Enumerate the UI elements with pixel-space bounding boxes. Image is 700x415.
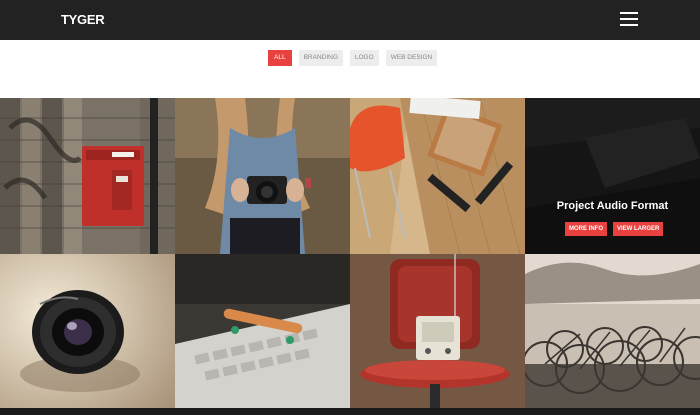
portfolio-item-lens[interactable]: [0, 254, 175, 408]
portfolio-item-radio[interactable]: [350, 254, 525, 408]
bicycles-image: [525, 254, 700, 408]
portfolio-filter-bar: ALL BRANDING LOGO WEB DESIGN: [0, 40, 700, 98]
filter-web-design-button[interactable]: WEB DESIGN: [385, 50, 438, 66]
filter-logo-button[interactable]: LOGO: [349, 50, 379, 66]
view-larger-button[interactable]: VIEW LARGER: [613, 222, 664, 236]
hamburger-line: [620, 12, 638, 14]
skateboard-image: [175, 254, 350, 408]
more-info-button[interactable]: MORE INFO: [565, 222, 607, 236]
portfolio-item-bicycles[interactable]: [525, 254, 700, 408]
filter-branding-button[interactable]: BRANDING: [298, 50, 343, 66]
portfolio-item-photographer[interactable]: [175, 98, 350, 254]
filter-all-button[interactable]: ALL: [268, 50, 292, 66]
hamburger-icon[interactable]: [620, 12, 638, 27]
hamburger-line: [620, 18, 638, 20]
lens-image: [0, 254, 175, 408]
portfolio-item-desk[interactable]: [350, 98, 525, 254]
filter-list: ALL BRANDING LOGO WEB DESIGN: [268, 50, 438, 66]
project-actions: MORE INFO VIEW LARGER: [565, 222, 664, 236]
project-title: Project Audio Format: [556, 200, 669, 212]
photographer-image: [175, 98, 350, 254]
desk-image: [350, 98, 525, 254]
portfolio-item-skateboard[interactable]: [175, 254, 350, 408]
top-navbar: TYGER: [0, 0, 700, 40]
radio-image: [350, 254, 525, 408]
portfolio-grid: Project Audio Format MORE INFO VIEW LARG…: [0, 98, 700, 415]
bottom-strip: [0, 408, 700, 415]
brand-logo[interactable]: TYGER: [61, 12, 105, 27]
hamburger-line: [620, 24, 638, 26]
portfolio-item-mailbox[interactable]: [0, 98, 175, 254]
project-hover-overlay: Project Audio Format MORE INFO VIEW LARG…: [525, 98, 700, 254]
mailbox-image: [0, 98, 175, 254]
